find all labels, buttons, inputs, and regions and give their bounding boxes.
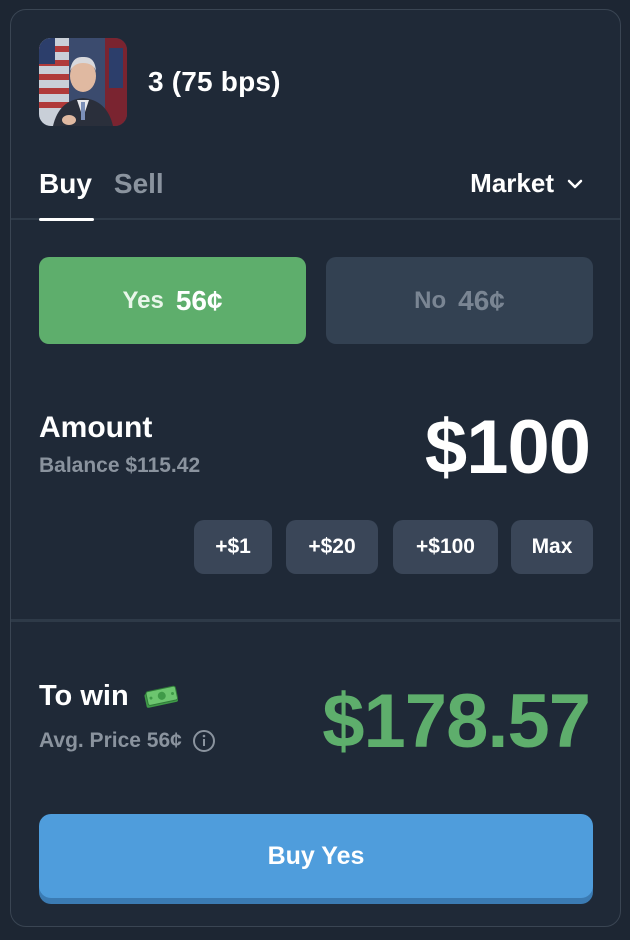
trade-panel: 3 (75 bps) Buy Sell Market Yes 56¢ No 46… xyxy=(10,9,621,927)
no-price: 46¢ xyxy=(458,284,505,316)
add-1-button[interactable]: +$1 xyxy=(194,520,272,574)
to-win-amount: $178.57 xyxy=(322,679,591,764)
market-avatar-image xyxy=(39,38,127,126)
tab-buy[interactable]: Buy xyxy=(39,168,92,200)
info-icon[interactable] xyxy=(192,729,216,753)
order-type-dropdown[interactable]: Market xyxy=(470,168,584,199)
money-icon xyxy=(144,685,178,708)
tabs-divider xyxy=(11,218,620,220)
yes-outcome-button[interactable]: Yes 56¢ xyxy=(39,257,306,344)
section-divider xyxy=(11,619,620,622)
active-tab-indicator xyxy=(39,218,94,221)
market-header: 3 (75 bps) xyxy=(39,38,281,126)
buy-yes-button[interactable]: Buy Yes xyxy=(39,814,593,898)
side-tabs: Buy Sell xyxy=(39,168,186,200)
yes-label: Yes xyxy=(122,286,164,314)
add-20-button[interactable]: +$20 xyxy=(286,520,378,574)
add-100-button[interactable]: +$100 xyxy=(393,520,498,574)
amount-label: Amount xyxy=(39,411,153,444)
chevron-down-icon xyxy=(567,179,583,188)
to-win-row: To win xyxy=(39,680,179,713)
balance-text: Balance $115.42 xyxy=(39,454,201,477)
no-label: No xyxy=(414,286,447,314)
market-title: 3 (75 bps) xyxy=(148,66,281,97)
tab-sell[interactable]: Sell xyxy=(114,168,164,200)
avg-price-text: Avg. Price 56¢ xyxy=(39,729,182,752)
max-button[interactable]: Max xyxy=(511,520,593,574)
no-outcome-button[interactable]: No 46¢ xyxy=(326,257,593,344)
yes-price: 56¢ xyxy=(175,284,223,316)
to-win-label: To win xyxy=(39,680,129,712)
amount-input[interactable]: $100 xyxy=(425,404,591,491)
order-type-label: Market xyxy=(470,168,554,198)
avg-price-row: Avg. Price 56¢ xyxy=(39,729,216,753)
buy-yes-label: Buy Yes xyxy=(267,841,365,870)
